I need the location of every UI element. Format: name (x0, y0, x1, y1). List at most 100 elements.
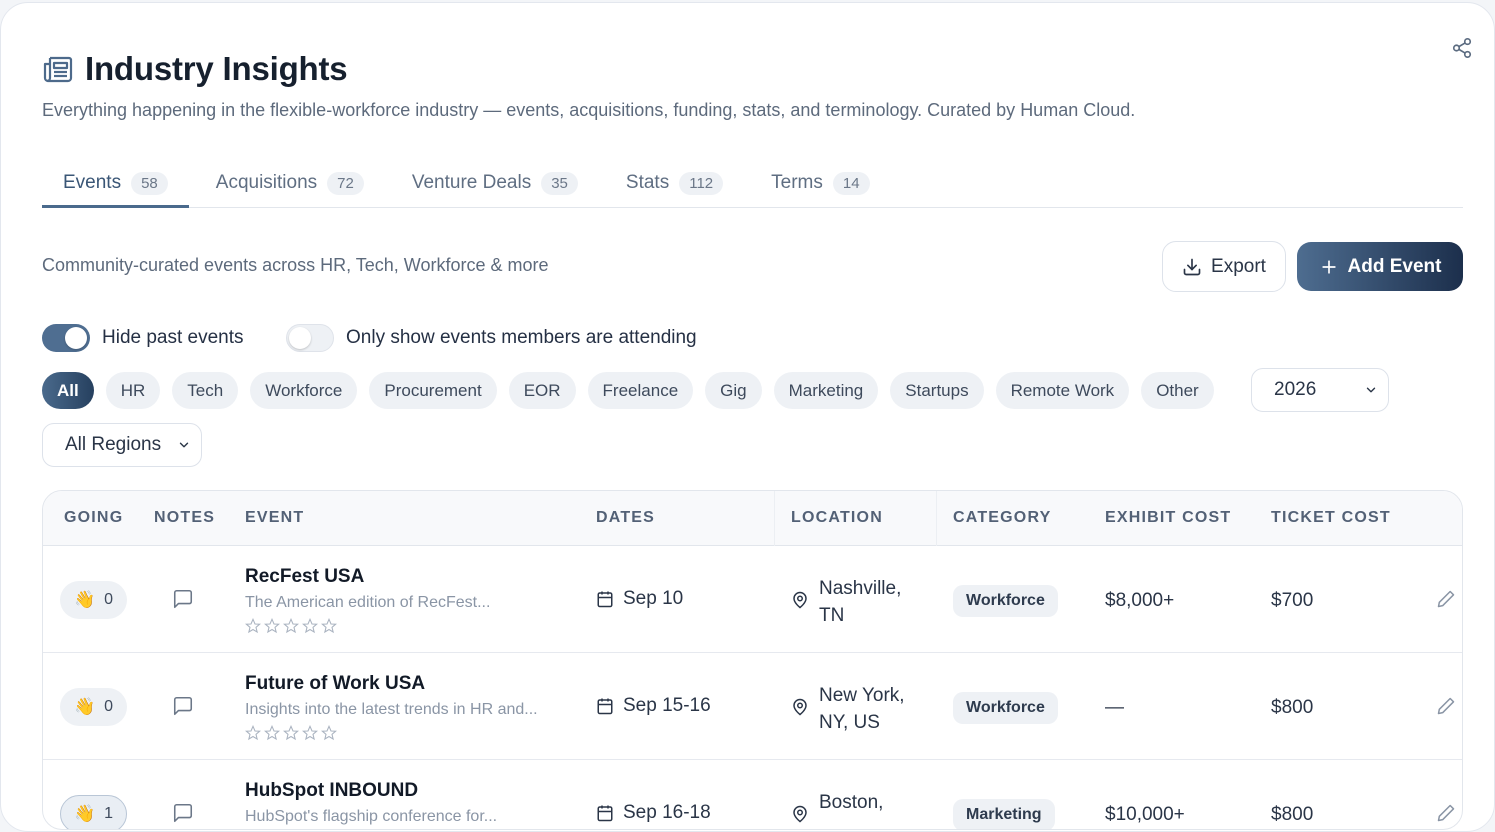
chip-marketing[interactable]: Marketing (773, 372, 879, 409)
event-name[interactable]: RecFest USA (245, 566, 364, 588)
star-icon[interactable] (302, 725, 318, 741)
star-icon[interactable] (283, 618, 299, 634)
chip-tech[interactable]: Tech (172, 372, 239, 409)
event-dates-text: Sep 15-16 (623, 695, 711, 716)
header-event: EVENT (245, 509, 305, 526)
header-exhibit-cost: EXHIBIT COST (1105, 509, 1232, 526)
map-pin-icon (793, 698, 807, 716)
star-icon[interactable] (264, 725, 280, 741)
column-divider[interactable] (936, 491, 937, 546)
star-icon[interactable] (264, 618, 280, 634)
event-description: Insights into the latest trends in HR an… (245, 701, 538, 718)
event-location: Nashville, TN (791, 575, 901, 629)
year-select-value: 2026 (1274, 379, 1317, 400)
going-button[interactable]: 👋 1 (60, 795, 127, 829)
map-pin-icon (793, 591, 807, 609)
chip-other[interactable]: Other (1141, 372, 1214, 409)
chip-freelance[interactable]: Freelance (587, 372, 694, 409)
exhibit-cost: $10,000+ (1105, 804, 1185, 825)
members-attending-toggle[interactable] (286, 324, 334, 352)
table-row[interactable]: 👋 1 HubSpot INBOUND HubSpot's flagship c… (43, 760, 1462, 829)
waving-hand-icon: 👋 (73, 697, 96, 716)
tab-acquisitions[interactable]: Acquisitions 72 (189, 159, 385, 207)
ticket-cost: $800 (1271, 804, 1314, 825)
event-dates: Sep 15-16 (596, 695, 711, 717)
chip-eor[interactable]: EOR (508, 372, 576, 409)
star-icon[interactable] (283, 725, 299, 741)
toggle-knob (65, 327, 87, 349)
ticket-cost: $700 (1271, 590, 1314, 611)
table-header: GOING NOTES EVENT DATES LOCATION CATEGOR… (43, 491, 1462, 546)
events-table: GOING NOTES EVENT DATES LOCATION CATEGOR… (42, 490, 1463, 830)
tab-events[interactable]: Events 58 (42, 159, 189, 208)
pencil-icon[interactable] (1436, 589, 1456, 609)
message-square-icon[interactable] (172, 695, 194, 717)
star-icon[interactable] (245, 725, 261, 741)
hide-past-toggle[interactable] (42, 324, 90, 352)
add-event-button[interactable]: Add Event (1297, 242, 1463, 291)
going-count: 0 (104, 591, 114, 608)
star-icon[interactable] (321, 618, 337, 634)
chip-workforce[interactable]: Workforce (250, 372, 358, 409)
calendar-icon (597, 591, 613, 608)
tab-label: Events (63, 172, 122, 193)
going-count: 1 (104, 805, 114, 822)
event-description: The American edition of RecFest... (245, 594, 491, 611)
location-text: Nashville, TN (819, 575, 901, 629)
members-attending-toggle-row: Only show events members are attending (286, 324, 697, 352)
location-line: New York, (819, 685, 905, 706)
chip-startups[interactable]: Startups (890, 372, 984, 409)
header-category: CATEGORY (953, 509, 1052, 526)
chip-procurement[interactable]: Procurement (369, 372, 497, 409)
pencil-icon[interactable] (1436, 696, 1456, 716)
column-divider[interactable] (774, 491, 775, 546)
event-description: HubSpot's flagship conference for... (245, 808, 498, 825)
event-name[interactable]: HubSpot INBOUND (245, 780, 418, 802)
table-row[interactable]: 👋 0 RecFest USA The American edition of … (43, 546, 1462, 653)
download-icon (1183, 258, 1201, 275)
message-square-icon[interactable] (172, 802, 194, 824)
map-pin-icon (793, 805, 807, 823)
event-dates: Sep 16-18 (596, 802, 711, 824)
star-icon[interactable] (245, 618, 261, 634)
tab-terms[interactable]: Terms 14 (744, 159, 890, 207)
waving-hand-icon: 👋 (73, 590, 96, 609)
location-line: Nashville, (819, 578, 902, 599)
event-dates: Sep 10 (596, 588, 683, 610)
chip-all[interactable]: All (42, 372, 94, 409)
title-row: Industry Insights (42, 50, 348, 88)
location-line: NY, US (819, 712, 880, 733)
tab-label: Acquisitions (215, 172, 318, 193)
region-select[interactable]: All Regions (42, 423, 202, 467)
members-attending-label: Only show events members are attending (346, 327, 697, 348)
year-select[interactable]: 2026 (1251, 368, 1389, 412)
header-location: LOCATION (791, 509, 883, 526)
share-icon[interactable] (1451, 37, 1473, 59)
section-description: Community-curated events across HR, Tech… (42, 255, 549, 275)
chip-gig[interactable]: Gig (705, 372, 762, 409)
header-notes: NOTES (154, 509, 216, 526)
event-dates-text: Sep 16-18 (623, 802, 711, 823)
category-badge: Workforce (953, 585, 1058, 617)
header-going: GOING (64, 509, 124, 526)
table-row[interactable]: 👋 0 Future of Work USA Insights into the… (43, 653, 1462, 760)
going-button[interactable]: 👋 0 (60, 688, 127, 726)
chip-remote-work[interactable]: Remote Work (995, 372, 1130, 409)
event-name[interactable]: Future of Work USA (245, 673, 425, 695)
export-button[interactable]: Export (1162, 241, 1286, 292)
tab-count: 58 (131, 171, 168, 195)
tab-venture-deals[interactable]: Venture Deals 35 (385, 159, 599, 207)
message-square-icon[interactable] (172, 588, 194, 610)
plus-icon (1321, 259, 1336, 274)
calendar-icon (597, 805, 613, 822)
going-button[interactable]: 👋 0 (60, 581, 127, 619)
chip-hr[interactable]: HR (105, 372, 161, 409)
chevron-down-icon (179, 442, 189, 448)
header-dates: DATES (596, 509, 656, 526)
star-icon[interactable] (302, 618, 318, 634)
tab-stats[interactable]: Stats 112 (599, 159, 744, 207)
pencil-icon[interactable] (1436, 803, 1456, 823)
star-icon[interactable] (321, 725, 337, 741)
category-badge: Workforce (953, 692, 1058, 724)
tab-count: 35 (541, 171, 578, 195)
